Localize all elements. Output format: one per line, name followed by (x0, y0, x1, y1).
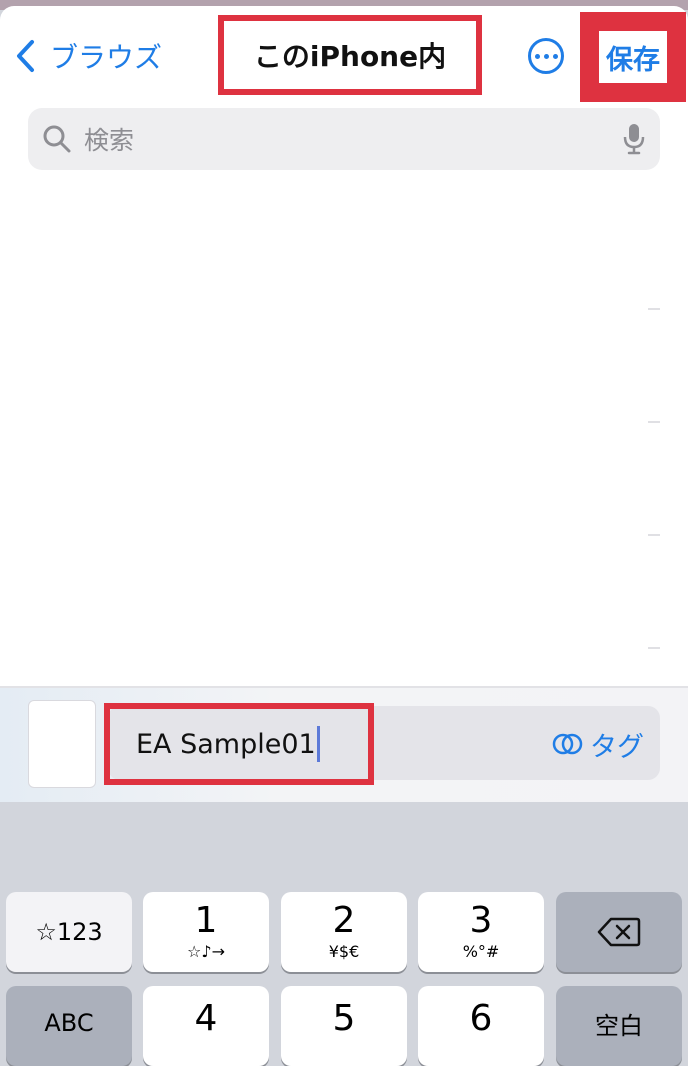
search-placeholder: 検索 (84, 126, 135, 155)
key-5[interactable]: 5 (281, 986, 407, 1066)
key-main: 2 (332, 900, 356, 941)
key-sub: ☆♪→ (187, 942, 225, 961)
key-label: 空白 (595, 1011, 643, 1040)
tag-circles-icon (552, 733, 583, 755)
key-space[interactable]: 空白 (556, 986, 682, 1066)
filename-value: EA Sample01 (136, 728, 316, 760)
index-tick (648, 534, 660, 536)
index-tick (648, 308, 660, 310)
key-3[interactable]: 3 %°# (418, 892, 544, 972)
key-1[interactable]: 1 ☆♪→ (143, 892, 269, 972)
search-field[interactable]: 検索 (28, 108, 660, 170)
key-4[interactable]: 4 (143, 986, 269, 1066)
key-main: 6 (469, 998, 493, 1039)
document-thumbnail (28, 700, 96, 788)
tag-label: タグ (590, 731, 644, 763)
key-main: 4 (194, 998, 218, 1039)
save-label: 保存 (606, 44, 660, 76)
magnifier-icon (43, 125, 71, 153)
microphone-icon[interactable] (622, 122, 646, 156)
ellipsis-dot (543, 53, 549, 59)
chevron-left-icon (17, 40, 34, 72)
key-label: ☆123 (35, 918, 103, 946)
ellipsis-dot (552, 53, 558, 59)
key-delete[interactable] (556, 892, 682, 972)
page-title: このiPhone内 (253, 40, 447, 73)
back-label: ブラウズ (50, 41, 163, 74)
backspace-icon (597, 917, 641, 947)
index-tick (648, 647, 660, 649)
key-main: 5 (332, 998, 356, 1039)
key-main: 3 (469, 900, 493, 941)
save-highlight: 保存 (580, 12, 686, 102)
key-sub: ¥$€ (328, 942, 360, 961)
key-6[interactable]: 6 (418, 986, 544, 1066)
key-2[interactable]: 2 ¥$€ (281, 892, 407, 972)
key-numbers-mode[interactable]: ☆123 (6, 892, 132, 972)
tag-button[interactable]: タグ (552, 724, 644, 764)
save-button[interactable]: 保存 (599, 31, 667, 83)
ellipsis-circle-icon (534, 53, 540, 59)
back-button[interactable]: ブラウズ (14, 36, 162, 76)
filename-input[interactable]: EA Sample01 (104, 703, 374, 785)
key-sub: %°# (462, 942, 500, 961)
more-options-button[interactable] (528, 38, 564, 74)
index-tick (648, 421, 660, 423)
key-abc[interactable]: ABC (6, 986, 132, 1066)
location-title: このiPhone内 (218, 15, 482, 95)
text-caret (316, 726, 320, 762)
key-label: ABC (44, 1009, 94, 1037)
key-main: 1 (194, 900, 218, 941)
